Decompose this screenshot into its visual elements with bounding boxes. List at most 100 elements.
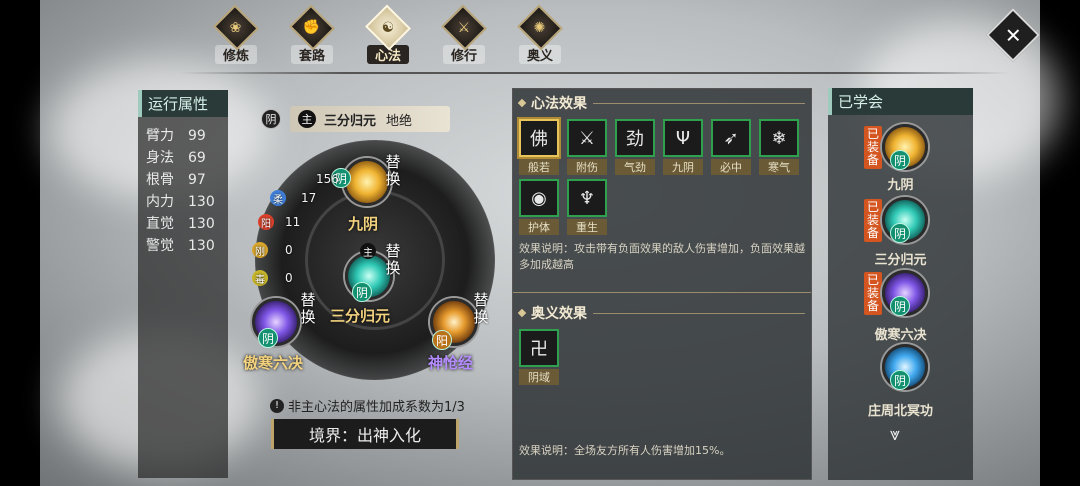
note-text: 非主心法的属性加成系数为1/3 xyxy=(288,400,465,415)
skill-name: 必中 xyxy=(711,159,751,175)
yin-badge: 阴 xyxy=(261,109,281,129)
stat-value: 69 xyxy=(188,150,206,166)
skill-yin-domain[interactable]: 卍阴域 xyxy=(517,329,561,385)
stat-key: 臂力 xyxy=(146,128,174,144)
learned-panel: 已学会 已装备 阴 九阴 已装备 阴 三分归元 已装备 阴 傲寒六决 阴 庄周北… xyxy=(828,88,973,480)
section-title-text: 心法效果 xyxy=(531,96,587,112)
slot-center-label: 三分归元 xyxy=(330,307,391,325)
slot-value-text: 156 xyxy=(316,172,339,186)
main-heart-bar: 主 三分归元 地绝 xyxy=(290,106,450,132)
attr-value: 0 xyxy=(285,271,293,285)
heart-method-icon: ☯ xyxy=(365,4,411,51)
attr-chip: 柔 xyxy=(270,190,286,206)
stat-key: 根骨 xyxy=(146,172,174,188)
attribute-note: ! 非主心法的属性加成系数为1/3 xyxy=(270,396,465,415)
stat-row: 直觉 130 xyxy=(138,213,228,235)
section-divider xyxy=(513,283,811,293)
stat-row: 根骨 97 xyxy=(138,169,228,191)
scroll-down-icon[interactable]: ⩔ xyxy=(890,424,900,445)
yin-mark: 阴 xyxy=(258,328,278,348)
skill-name: 护体 xyxy=(519,219,559,235)
practice-icon: ⚔ xyxy=(441,4,487,51)
bullet-icon xyxy=(517,308,527,318)
effects-panel: 心法效果 佛般若 ⚔ 附伤 劲气劲 Ψ 九阴 ➶ 必中 ❄ 寒气 ◉ 护体 ♆ 重生 效果说… xyxy=(512,88,812,480)
attr-chip: 毒 xyxy=(252,270,268,286)
slot-right-label: 神怆经 xyxy=(428,354,474,372)
top-tab-bar: ❀ 修炼 ✊ 套路 ☯ 心法 ⚔ 修行 ✺ 奥义 xyxy=(205,4,571,64)
skill-cold-qi[interactable]: ❄ 寒气 xyxy=(757,119,801,175)
yin-mark: 阴 xyxy=(890,370,910,390)
attr-stat: 刚0 xyxy=(252,242,293,258)
tab-routine[interactable]: ✊ 套路 xyxy=(281,4,343,64)
learned-item[interactable]: 已装备 阴 九阴 xyxy=(828,120,973,193)
replace-button[interactable]: 替换 xyxy=(472,292,490,326)
skill-sure-hit[interactable]: ➶ 必中 xyxy=(709,119,753,175)
yin-mark: 阴 xyxy=(352,282,372,302)
stat-value: 130 xyxy=(188,194,215,210)
main-marker: 主 xyxy=(298,110,316,128)
esoteric-effect-title: 奥义效果 xyxy=(513,299,811,327)
attr-stat: 柔 17 xyxy=(270,190,316,206)
skill-name: 寒气 xyxy=(759,159,799,175)
main-heart-attr: 地绝 xyxy=(386,113,413,129)
skill-name: 般若 xyxy=(519,159,559,175)
equipped-tag: 已装备 xyxy=(864,199,882,242)
fist-icon: ✊ xyxy=(289,4,335,51)
realm-label: 境界：出神入化 xyxy=(271,419,459,449)
stat-key: 身法 xyxy=(146,150,174,166)
tab-practice[interactable]: ⚔ 修行 xyxy=(433,4,495,64)
skill-qi-force[interactable]: 劲气劲 xyxy=(613,119,657,175)
trident-icon: Ψ xyxy=(663,119,703,157)
slot-left-label: 傲寒六决 xyxy=(243,354,304,372)
heart-effect-grid: 佛般若 ⚔ 附伤 劲气劲 Ψ 九阴 ➶ 必中 ❄ 寒气 ◉ 护体 ♆ 重生 xyxy=(513,117,811,237)
skill-jiuyin[interactable]: Ψ 九阴 xyxy=(661,119,705,175)
tab-esoteric[interactable]: ✺ 奥义 xyxy=(509,4,571,64)
main-marker: 主 xyxy=(360,243,376,259)
attr-chip: 阳 xyxy=(258,214,274,230)
header-divider xyxy=(180,72,1010,74)
equipped-tag: 已装备 xyxy=(864,272,882,315)
attr-value: 17 xyxy=(301,191,317,205)
stat-value: 130 xyxy=(188,216,215,232)
esoteric-effect-description: 效果说明：全场友方所有人伤害增加15%。 xyxy=(519,444,731,457)
learned-name: 庄周北冥功 xyxy=(867,404,933,419)
rebirth-icon: ♆ xyxy=(567,179,607,217)
skill-name: 附伤 xyxy=(567,159,607,175)
yin-mark: 阴 xyxy=(890,223,910,243)
section-title-text: 奥义效果 xyxy=(531,306,587,322)
stat-key: 直觉 xyxy=(146,216,174,232)
replace-button[interactable]: 替换 xyxy=(299,292,317,326)
attr-stat: 阳 11 xyxy=(258,214,300,230)
tab-heart-method[interactable]: ☯ 心法 xyxy=(357,4,419,64)
slot-value: 156 xyxy=(316,172,339,186)
stat-key: 内力 xyxy=(146,194,174,210)
learned-name: 九阴 xyxy=(887,178,914,193)
skill-guard-body[interactable]: ◉ 护体 xyxy=(517,179,561,235)
skill-rebirth[interactable]: ♆ 重生 xyxy=(565,179,609,235)
stats-title: 运行属性 xyxy=(138,90,228,117)
sword-icon: ⚔ xyxy=(567,119,607,157)
skill-prajna[interactable]: 佛般若 xyxy=(517,119,561,175)
learned-item[interactable]: 阴 庄周北冥功 xyxy=(828,340,973,419)
esoteric-icon: ✺ xyxy=(517,4,563,51)
stats-panel: 运行属性 臂力 99 身法 69 根骨 97 内力 130 直觉 130 警觉 130 xyxy=(138,90,228,478)
replace-button[interactable]: 替换 xyxy=(384,154,402,188)
stat-value: 99 xyxy=(188,128,206,144)
attr-value: 11 xyxy=(285,215,301,229)
force-icon: 劲 xyxy=(615,119,655,157)
replace-button[interactable]: 替换 xyxy=(384,243,402,277)
shield-icon: ◉ xyxy=(519,179,559,217)
stat-row: 警觉 130 xyxy=(138,235,228,257)
heart-effect-description: 效果说明：攻击带有负面效果的敌人伤害增加，负面效果越多加成越高 xyxy=(519,242,805,271)
stat-row: 内力 130 xyxy=(138,191,228,213)
learned-item[interactable]: 已装备 阴 三分归元 xyxy=(828,193,973,268)
attr-stat: 毒0 xyxy=(252,270,293,286)
tab-cultivate[interactable]: ❀ 修炼 xyxy=(205,4,267,64)
slot-top-label: 九阴 xyxy=(348,215,379,233)
bow-icon: ➶ xyxy=(711,119,751,157)
main-heart-name: 三分归元 xyxy=(324,113,377,129)
skill-extra-damage[interactable]: ⚔ 附伤 xyxy=(565,119,609,175)
skill-name: 九阴 xyxy=(663,159,703,175)
learned-item[interactable]: 已装备 阴 傲寒六决 xyxy=(828,266,973,343)
esoteric-effect-grid: 卍阴域 xyxy=(513,327,811,387)
